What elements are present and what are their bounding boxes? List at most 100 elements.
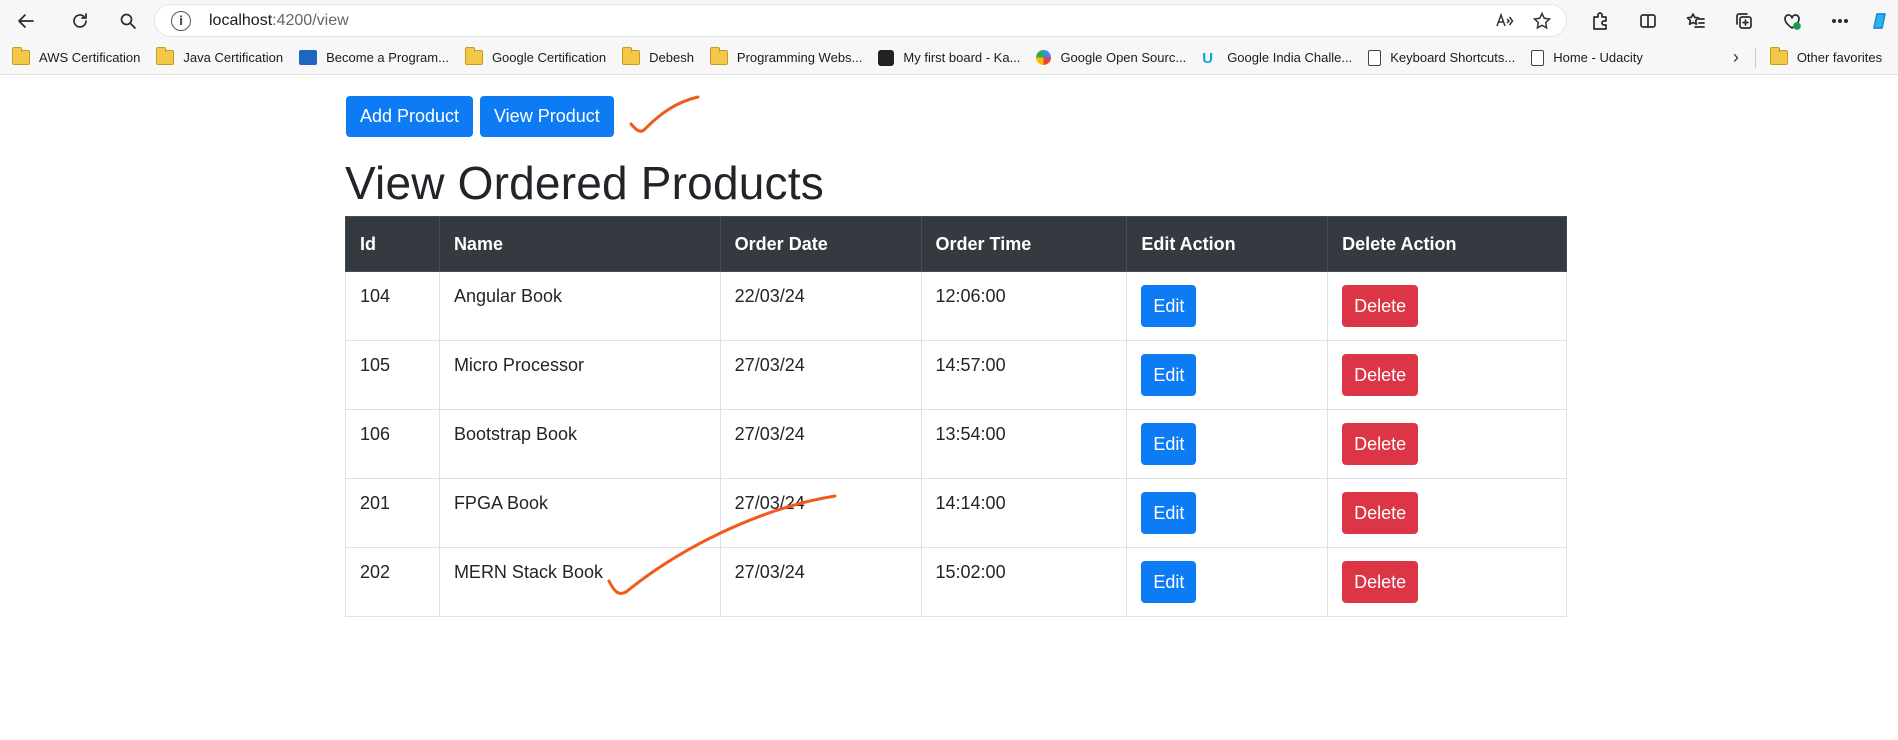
cell-edit: Edit: [1126, 547, 1329, 617]
cell-name: MERN Stack Book: [438, 547, 721, 617]
delete-button[interactable]: Delete: [1342, 561, 1419, 603]
delete-button[interactable]: Delete: [1342, 285, 1419, 327]
delete-button[interactable]: Delete: [1342, 492, 1419, 534]
folder-icon: [709, 47, 728, 65]
folder-icon: [1769, 47, 1788, 65]
favorite-star-icon[interactable]: [1532, 11, 1552, 31]
bookmark-label: Google Certification: [491, 50, 607, 65]
cell-id: 105: [345, 340, 440, 410]
back-button[interactable]: [6, 3, 46, 39]
split-screen-icon: [1640, 13, 1656, 28]
header-id: Id: [345, 216, 440, 272]
bookmarks-divider: [1754, 47, 1756, 68]
bookmark-other-favorites[interactable]: Other favorites: [1762, 44, 1890, 72]
browser-essentials-button[interactable]: [1768, 3, 1816, 39]
table-row: 104 Angular Book 22/03/24 12:06:00 Edit …: [345, 271, 1567, 341]
cell-id: 104: [345, 271, 440, 341]
cell-name: FPGA Book: [438, 478, 721, 548]
search-icon: [120, 13, 136, 29]
copilot-icon: [1873, 12, 1886, 29]
search-button[interactable]: [108, 3, 148, 39]
table-row: 201 FPGA Book 27/03/24 14:14:00 Edit Del…: [345, 478, 1567, 548]
cell-name: Bootstrap Book: [438, 409, 721, 479]
split-screen-button[interactable]: [1624, 3, 1672, 39]
add-product-button[interactable]: Add Product: [346, 96, 474, 137]
bookmark-google-india-challenge[interactable]: U Google India Challe...: [1194, 44, 1360, 72]
edit-button[interactable]: Edit: [1141, 423, 1197, 465]
google-icon: [1036, 50, 1052, 65]
url-host: localhost: [209, 11, 273, 29]
edit-button[interactable]: Edit: [1141, 285, 1197, 327]
browser-toolbar: i localhost:4200/view: [0, 0, 1898, 41]
edit-button[interactable]: Edit: [1141, 492, 1197, 534]
cell-order-time: 14:14:00: [920, 478, 1128, 548]
url-text[interactable]: localhost:4200/view: [209, 12, 349, 30]
extensions-button[interactable]: [1576, 3, 1624, 39]
page-title: View Ordered Products: [345, 157, 824, 209]
bookmark-become-a-programmer[interactable]: Become a Program...: [291, 44, 457, 72]
folder-icon: [622, 47, 641, 65]
cell-id: 201: [345, 478, 440, 548]
bookmark-aws-certification[interactable]: AWS Certification: [4, 44, 148, 72]
table-header-row: Id Name Order Date Order Time Edit Actio…: [345, 216, 1567, 272]
kanban-icon: [878, 49, 895, 66]
favorites-button[interactable]: [1672, 3, 1720, 39]
bookmark-keyboard-shortcuts[interactable]: Keyboard Shortcuts...: [1360, 44, 1523, 72]
cell-order-date: 27/03/24: [719, 340, 922, 410]
bookmark-label: Google Open Sourc...: [1060, 50, 1187, 65]
bookmark-label: AWS Certification: [39, 50, 141, 65]
table-row: 202 MERN Stack Book 27/03/24 15:02:00 Ed…: [345, 547, 1567, 617]
cell-edit: Edit: [1126, 340, 1329, 410]
cell-order-time: 14:57:00: [920, 340, 1128, 410]
udacity-icon: U: [1202, 50, 1214, 67]
bookmark-my-first-board[interactable]: My first board - Ka...: [870, 44, 1028, 72]
copilot-button[interactable]: [1864, 3, 1898, 39]
delete-button[interactable]: Delete: [1342, 423, 1419, 465]
page-content: Add Product View Product View Ordered Pr…: [0, 76, 1898, 740]
cell-delete: Delete: [1327, 409, 1567, 479]
bookmark-home-udacity[interactable]: Home - Udacity: [1523, 44, 1651, 72]
heart-health-icon: [1784, 13, 1801, 30]
edit-button[interactable]: Edit: [1141, 354, 1197, 396]
orders-table: Id Name Order Date Order Time Edit Actio…: [345, 216, 1567, 617]
collections-button[interactable]: [1720, 3, 1768, 39]
bookmark-java-certification[interactable]: Java Certification: [148, 44, 291, 72]
cell-order-time: 15:02:00: [920, 547, 1128, 617]
video-icon: [299, 50, 318, 65]
site-info-icon[interactable]: i: [171, 10, 191, 31]
page-icon: [1368, 49, 1382, 66]
header-delete-action: Delete Action: [1327, 216, 1567, 272]
collections-icon: [1736, 12, 1752, 29]
bookmark-google-certification[interactable]: Google Certification: [457, 44, 614, 72]
toolbar-right: [1576, 0, 1898, 41]
cell-id: 202: [345, 547, 440, 617]
view-product-button[interactable]: View Product: [480, 96, 614, 137]
chevron-right-icon[interactable]: ›: [1723, 47, 1749, 68]
bookmark-label: Google India Challe...: [1227, 50, 1353, 65]
edit-button[interactable]: Edit: [1141, 561, 1197, 603]
cell-order-date: 22/03/24: [719, 271, 922, 341]
puzzle-icon: [1593, 11, 1607, 30]
cell-delete: Delete: [1327, 478, 1567, 548]
bookmark-debesh[interactable]: Debesh: [614, 44, 702, 72]
page-icon: [1531, 49, 1545, 66]
read-aloud-icon[interactable]: [1494, 11, 1514, 31]
address-bar[interactable]: i localhost:4200/view: [154, 4, 1567, 37]
bookmark-programming-websites[interactable]: Programming Webs...: [702, 44, 870, 72]
reload-button[interactable]: [60, 3, 100, 39]
cell-edit: Edit: [1126, 478, 1329, 548]
bookmarks-bar: AWS Certification Java Certification Bec…: [0, 41, 1898, 75]
table-row: 106 Bootstrap Book 27/03/24 13:54:00 Edi…: [345, 409, 1567, 479]
bookmark-label: Debesh: [649, 50, 694, 65]
bookmark-label: Other favorites: [1796, 50, 1883, 65]
more-menu-button[interactable]: [1816, 3, 1864, 39]
bookmark-google-open-source[interactable]: Google Open Sourc...: [1028, 44, 1194, 72]
bookmark-label: Keyboard Shortcuts...: [1390, 50, 1516, 65]
back-arrow-icon: [18, 13, 34, 28]
cell-delete: Delete: [1327, 547, 1567, 617]
folder-icon: [12, 47, 30, 65]
url-path: :4200/view: [272, 11, 349, 29]
delete-button[interactable]: Delete: [1342, 354, 1419, 396]
folder-icon: [464, 47, 483, 65]
cell-delete: Delete: [1327, 340, 1567, 410]
